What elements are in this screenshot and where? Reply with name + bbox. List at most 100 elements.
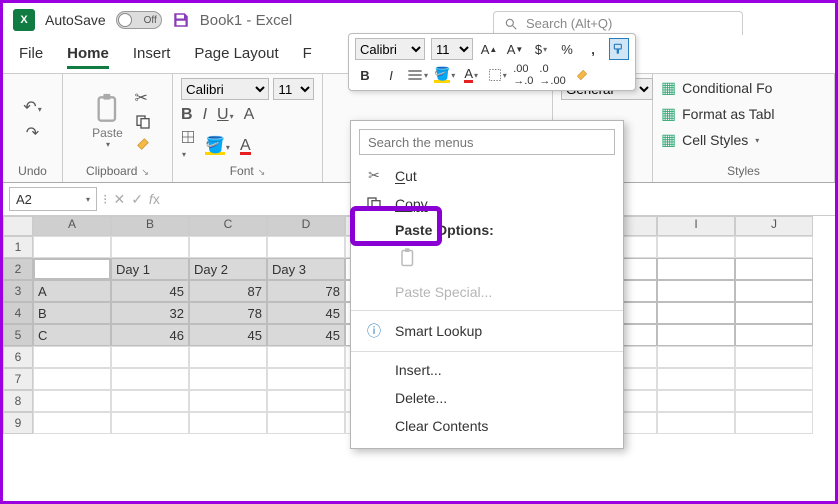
row-header[interactable]: 5 <box>3 324 33 346</box>
group-styles-label: Styles <box>727 162 760 180</box>
clipboard-launcher-icon[interactable]: ↘ <box>141 167 149 177</box>
formula-dropdown-icon[interactable]: ⁝ <box>103 191 107 208</box>
col-header[interactable]: I <box>657 216 735 236</box>
name-box[interactable]: A2 ▾ <box>9 187 97 211</box>
increase-decimal-icon[interactable]: .0→.00 <box>539 64 565 86</box>
comma-format-icon[interactable]: , <box>583 38 603 60</box>
accounting-format-icon[interactable]: $▾ <box>531 38 551 60</box>
menu-paste-special: Paste Special... <box>351 278 623 306</box>
paste-option-icon[interactable] <box>395 244 421 272</box>
format-painter-icon[interactable] <box>609 38 629 60</box>
cell[interactable]: C <box>33 324 111 346</box>
decrease-decimal-icon[interactable]: .00→.0 <box>513 64 533 86</box>
format-as-table-button[interactable]: ▦ Format as Tabl <box>661 104 774 124</box>
borders-icon[interactable]: ▾ <box>181 130 195 162</box>
document-title: Book1 - Excel <box>200 12 293 29</box>
undo-icon[interactable]: ↶▾ <box>23 97 41 117</box>
cell[interactable]: A <box>33 280 111 302</box>
copy-icon[interactable] <box>135 114 151 130</box>
font-size-select[interactable]: 11 <box>273 78 314 100</box>
cell[interactable]: Day 2 <box>189 258 267 280</box>
bold-icon[interactable]: B <box>355 64 375 86</box>
tab-page-layout[interactable]: Page Layout <box>194 45 278 69</box>
menu-smart-lookup[interactable]: ⓘ Smart Lookup <box>351 315 623 347</box>
tell-me-search[interactable]: Search (Alt+Q) <box>493 11 743 35</box>
col-header[interactable]: B <box>111 216 189 236</box>
autosave-toggle[interactable]: Off <box>116 11 162 29</box>
conditional-formatting-button[interactable]: ▦ Conditional Fo <box>661 78 772 98</box>
decrease-font-icon[interactable]: A▼ <box>505 38 525 60</box>
save-icon[interactable] <box>172 11 190 29</box>
fill-color-icon[interactable]: 🪣▾ <box>205 137 230 155</box>
group-undo-label: Undo <box>18 162 47 180</box>
col-header[interactable]: A <box>33 216 111 236</box>
italic-icon[interactable]: I <box>203 106 207 124</box>
fx-icon[interactable]: fx <box>149 191 160 207</box>
cell[interactable]: 45 <box>267 302 345 324</box>
percent-format-icon[interactable]: % <box>557 38 577 60</box>
tab-home[interactable]: Home <box>67 45 109 69</box>
cell[interactable]: 46 <box>111 324 189 346</box>
row-header[interactable]: 9 <box>3 412 33 434</box>
format-table-icon: ▦ <box>661 104 676 124</box>
cut-icon[interactable]: ✂ <box>135 88 151 108</box>
menu-delete[interactable]: Delete... <box>351 384 623 412</box>
tab-insert[interactable]: Insert <box>133 45 171 69</box>
search-placeholder: Search (Alt+Q) <box>526 16 612 31</box>
smart-lookup-icon: ⓘ <box>365 321 383 341</box>
redo-icon[interactable]: ↷ <box>26 123 39 143</box>
font-color-icon[interactable]: A <box>240 137 251 155</box>
mini-toolbar: Calibri 11 A▲ A▼ $▾ % , B I ▾ 🪣▾ A▾ ▾ .0… <box>348 33 636 91</box>
cell[interactable]: 78 <box>267 280 345 302</box>
menu-search-input[interactable] <box>359 129 615 155</box>
menu-insert[interactable]: Insert... <box>351 356 623 384</box>
underline-icon[interactable]: U▾ <box>217 106 234 124</box>
cancel-formula-icon[interactable]: ✕ <box>113 191 125 208</box>
col-header[interactable]: D <box>267 216 345 236</box>
cell[interactable]: 78 <box>189 302 267 324</box>
tab-file[interactable]: File <box>19 45 43 69</box>
row-header[interactable]: 2 <box>3 258 33 280</box>
cell[interactable]: 87 <box>189 280 267 302</box>
select-all-corner[interactable] <box>3 216 33 236</box>
row-header[interactable]: 1 <box>3 236 33 258</box>
tab-formulas[interactable]: F <box>303 45 312 69</box>
row-header[interactable]: 7 <box>3 368 33 390</box>
font-launcher-icon[interactable]: ↘ <box>258 167 266 177</box>
chevron-down-icon[interactable]: ▾ <box>86 195 90 204</box>
col-header[interactable]: J <box>735 216 813 236</box>
mini-size-select[interactable]: 11 <box>431 38 473 60</box>
clear-format-icon[interactable] <box>572 64 592 86</box>
align-icon[interactable]: ▾ <box>407 64 428 86</box>
menu-clear-contents[interactable]: Clear Contents <box>351 412 623 440</box>
cell-styles-button[interactable]: ▦ Cell Styles▾ <box>661 130 759 150</box>
row-header[interactable]: 4 <box>3 302 33 324</box>
cell[interactable]: 45 <box>189 324 267 346</box>
increase-font-icon[interactable]: A▲ <box>479 38 499 60</box>
conditional-formatting-icon: ▦ <box>661 78 676 98</box>
cell[interactable]: B <box>33 302 111 324</box>
col-header[interactable]: C <box>189 216 267 236</box>
cell[interactable]: 45 <box>267 324 345 346</box>
cell[interactable]: 45 <box>111 280 189 302</box>
menu-cut[interactable]: ✂ Cut <box>351 161 623 190</box>
row-header[interactable]: 3 <box>3 280 33 302</box>
borders-icon[interactable]: ▾ <box>487 64 507 86</box>
menu-copy[interactable]: Copy <box>351 190 623 218</box>
font-color-icon[interactable]: A▾ <box>461 64 481 86</box>
font-name-select[interactable]: Calibri <box>181 78 269 100</box>
paste-button[interactable]: Paste ▾ <box>85 92 131 149</box>
enter-formula-icon[interactable]: ✓ <box>131 191 143 208</box>
bold-icon[interactable]: B <box>181 106 193 124</box>
cell[interactable] <box>33 258 111 280</box>
italic-icon[interactable]: I <box>381 64 401 86</box>
cell[interactable]: Day 1 <box>111 258 189 280</box>
row-header[interactable]: 8 <box>3 390 33 412</box>
cell[interactable]: 32 <box>111 302 189 324</box>
cell[interactable]: Day 3 <box>267 258 345 280</box>
format-painter-icon[interactable] <box>135 136 151 152</box>
increase-font-icon[interactable]: A <box>244 106 255 124</box>
mini-font-select[interactable]: Calibri <box>355 38 425 60</box>
fill-color-icon[interactable]: 🪣▾ <box>434 64 455 86</box>
row-header[interactable]: 6 <box>3 346 33 368</box>
